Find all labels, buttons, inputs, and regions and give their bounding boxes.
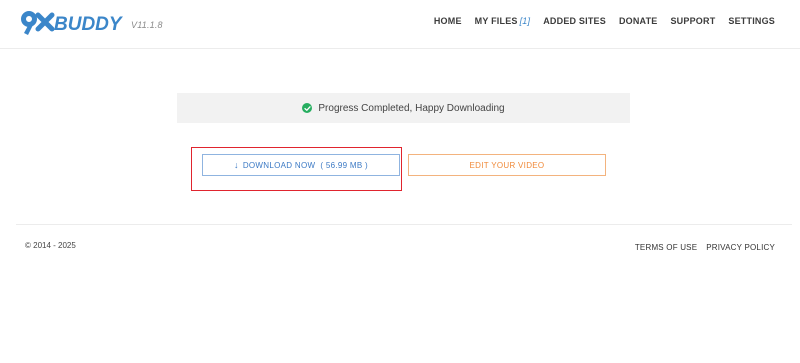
nav-support-label: SUPPORT bbox=[670, 16, 716, 26]
my-files-count-badge: [1] bbox=[519, 16, 531, 26]
download-now-label: DOWNLOAD NOW ( 56.99 MB ) bbox=[242, 160, 368, 170]
version-label: V11.1.8 bbox=[131, 20, 163, 30]
nav-home-label: HOME bbox=[433, 16, 462, 26]
nav-settings[interactable]: SETTINGS bbox=[728, 16, 775, 26]
check-circle-icon bbox=[302, 103, 313, 113]
edit-video-button[interactable]: EDIT YOUR VIDEO bbox=[408, 154, 606, 176]
header: BUDDY V11.1.8 HOME MY FILES [1] ADDED SIT… bbox=[0, 0, 800, 49]
nav-support[interactable]: SUPPORT bbox=[670, 16, 715, 26]
footer-links: TERMS OF USE PRIVACY POLICY bbox=[635, 243, 775, 252]
logo[interactable]: BUDDY bbox=[18, 8, 130, 40]
progress-status-text: Progress Completed, Happy Downloading bbox=[318, 102, 505, 114]
main-nav: HOME MY FILES [1] ADDED SITES DONATE SUPP… bbox=[434, 16, 775, 26]
nav-donate-label: DONATE bbox=[618, 16, 658, 26]
nav-added-sites[interactable]: ADDED SITES bbox=[543, 16, 606, 26]
arrow-down-icon: ↓ bbox=[234, 159, 239, 170]
logo-wordmark: BUDDY bbox=[54, 14, 124, 35]
nav-home[interactable]: HOME bbox=[434, 16, 462, 26]
terms-of-use-link[interactable]: TERMS OF USE bbox=[635, 243, 697, 252]
progress-status-banner: Progress Completed, Happy Downloading bbox=[177, 93, 630, 123]
nav-settings-label: SETTINGS bbox=[728, 16, 775, 26]
nav-added-sites-label: ADDED SITES bbox=[543, 16, 606, 26]
privacy-policy-link[interactable]: PRIVACY POLICY bbox=[706, 243, 775, 252]
copyright-text: © 2014 - 2025 bbox=[25, 241, 76, 250]
footer-divider bbox=[16, 224, 792, 225]
download-now-button[interactable]: ↓ DOWNLOAD NOW ( 56.99 MB ) bbox=[202, 154, 400, 176]
logo-graphic: BUDDY bbox=[21, 11, 124, 35]
nav-my-files-label: MY FILES bbox=[474, 16, 518, 26]
nav-donate[interactable]: DONATE bbox=[619, 16, 658, 26]
edit-video-label: EDIT YOUR VIDEO bbox=[469, 160, 545, 170]
nav-my-files[interactable]: MY FILES [1] bbox=[475, 16, 531, 26]
